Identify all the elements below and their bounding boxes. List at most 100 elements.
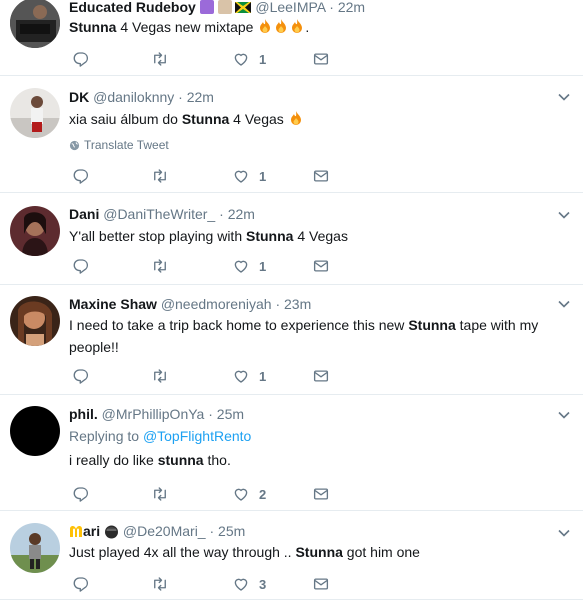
like-count: 1 — [259, 51, 267, 67]
reply-button[interactable] — [72, 256, 90, 276]
tweet-text-part: 4 Vegas — [229, 111, 288, 127]
tweet: Educated Rudeboy @LeeIMPA · 22m Stunna 4… — [0, 0, 583, 76]
timestamp[interactable]: 25m — [217, 406, 244, 422]
reply-button[interactable] — [72, 574, 90, 594]
message-icon — [313, 578, 329, 590]
like-button[interactable]: 1 — [232, 166, 266, 186]
like-button[interactable]: 1 — [232, 366, 266, 386]
direct-message-button[interactable] — [312, 366, 330, 386]
reply-icon — [73, 169, 88, 184]
retweet-button[interactable] — [150, 49, 170, 69]
chevron-down-icon[interactable] — [557, 208, 571, 222]
display-name[interactable]: Maxine Shaw — [69, 296, 157, 312]
avatar[interactable] — [10, 88, 60, 138]
name-emoji — [217, 0, 232, 14]
chevron-down-icon[interactable] — [557, 526, 571, 540]
reply-target-link[interactable]: @TopFlightRento — [143, 428, 251, 444]
retweet-icon — [154, 52, 166, 66]
retweet-button[interactable] — [150, 574, 170, 594]
direct-message-button[interactable] — [312, 256, 330, 276]
reply-icon — [73, 369, 88, 384]
separator: · — [219, 206, 224, 222]
display-name[interactable]: Dani — [69, 206, 99, 222]
like-count: 2 — [259, 486, 267, 502]
like-count: 1 — [259, 168, 267, 184]
direct-message-button[interactable] — [312, 166, 330, 186]
avatar[interactable] — [10, 523, 60, 573]
message-icon — [313, 53, 329, 65]
handle[interactable]: @LeeIMPA — [255, 0, 325, 15]
tweet-actions: 1 — [72, 49, 362, 69]
tweet-header: Educated Rudeboy @LeeIMPA · 22m — [69, 0, 547, 16]
tweet-keyword: Stunna — [246, 228, 294, 244]
display-name[interactable]: ari — [83, 523, 100, 539]
retweet-button[interactable] — [150, 256, 170, 276]
timestamp[interactable]: 22m — [187, 89, 214, 105]
chevron-down-icon[interactable] — [557, 408, 571, 422]
message-icon — [313, 170, 329, 182]
avatar[interactable] — [10, 206, 60, 256]
chevron-down-icon[interactable] — [557, 90, 571, 104]
timestamp[interactable]: 23m — [284, 296, 311, 312]
timestamp[interactable]: 22m — [338, 0, 365, 15]
tweet: DK @daniloknny · 22m xia saiu álbum do S… — [0, 76, 583, 193]
reply-button[interactable] — [72, 49, 90, 69]
tweet-text: Just played 4x all the way through .. St… — [69, 541, 547, 563]
fire-emoji — [288, 111, 304, 127]
tweet-text: Y'all better stop playing with Stunna 4 … — [69, 225, 547, 247]
avatar[interactable] — [10, 296, 60, 346]
like-button[interactable]: 1 — [232, 256, 266, 276]
handle[interactable]: @MrPhillipOnYa — [102, 406, 205, 422]
avatar[interactable] — [10, 0, 60, 48]
like-button[interactable]: 2 — [232, 484, 266, 504]
tweet-text-part: xia saiu álbum do — [69, 111, 182, 127]
timestamp[interactable]: 25m — [218, 523, 245, 539]
timestamp[interactable]: 22m — [228, 206, 255, 222]
tweet-header: Maxine Shaw @needmoreniyah · 23m — [69, 295, 547, 313]
direct-message-button[interactable] — [312, 574, 330, 594]
name-emoji — [199, 0, 214, 14]
direct-message-button[interactable] — [312, 484, 330, 504]
tweet-header: ari @De20Mari_ · 25m — [69, 522, 547, 540]
direct-message-button[interactable] — [312, 49, 330, 69]
handle[interactable]: @De20Mari_ — [123, 523, 206, 539]
tweet-text-part: 4 Vegas new mixtape — [116, 19, 258, 35]
handle[interactable]: @daniloknny — [93, 89, 174, 105]
handle[interactable]: @needmoreniyah — [161, 296, 272, 312]
reply-button[interactable] — [72, 166, 90, 186]
fire-emoji — [273, 19, 289, 35]
display-name[interactable]: DK — [69, 89, 89, 105]
like-button[interactable]: 3 — [232, 574, 266, 594]
retweet-button[interactable] — [150, 166, 170, 186]
tweet-keyword: Stunna — [408, 317, 456, 333]
tweet: Maxine Shaw @needmoreniyah · 23m I need … — [0, 285, 583, 395]
tweet-text-part: I need to take a trip back home to exper… — [69, 317, 409, 333]
message-icon — [313, 260, 329, 272]
chevron-down-icon[interactable] — [557, 297, 571, 311]
tweet-header: Dani @DaniTheWriter_ · 22m — [69, 205, 547, 223]
like-button[interactable]: 1 — [232, 49, 266, 69]
translate-tweet-link[interactable]: Translate Tweet — [69, 137, 547, 153]
display-name[interactable]: phil. — [69, 406, 98, 422]
reply-button[interactable] — [72, 484, 90, 504]
avatar[interactable] — [10, 406, 60, 456]
retweet-icon — [154, 369, 166, 383]
tweet-text: Stunna 4 Vegas new mixtape . — [69, 16, 547, 38]
tweet-keyword: stunna — [157, 452, 204, 468]
tweet: phil. @MrPhillipOnYa · 25m Replying to @… — [0, 395, 583, 511]
like-count: 3 — [259, 576, 267, 592]
tweet-text-part: tho. — [203, 452, 231, 468]
retweet-button[interactable] — [150, 484, 170, 504]
handle[interactable]: @DaniTheWriter_ — [103, 206, 215, 222]
tweet-text-part: Y'all better stop playing with — [69, 228, 246, 244]
tweet-text-part: Just played 4x all the way through .. — [69, 544, 296, 560]
tweet-keyword: Stunna — [69, 19, 117, 35]
separator: · — [275, 296, 281, 312]
retweet-button[interactable] — [150, 366, 170, 386]
tweet-header: phil. @MrPhillipOnYa · 25m — [69, 405, 547, 423]
like-icon — [234, 53, 248, 66]
reply-button[interactable] — [72, 366, 90, 386]
replying-to: Replying to @TopFlightRento — [69, 426, 547, 446]
display-name[interactable]: Educated Rudeboy — [69, 0, 196, 15]
message-icon — [313, 488, 329, 500]
